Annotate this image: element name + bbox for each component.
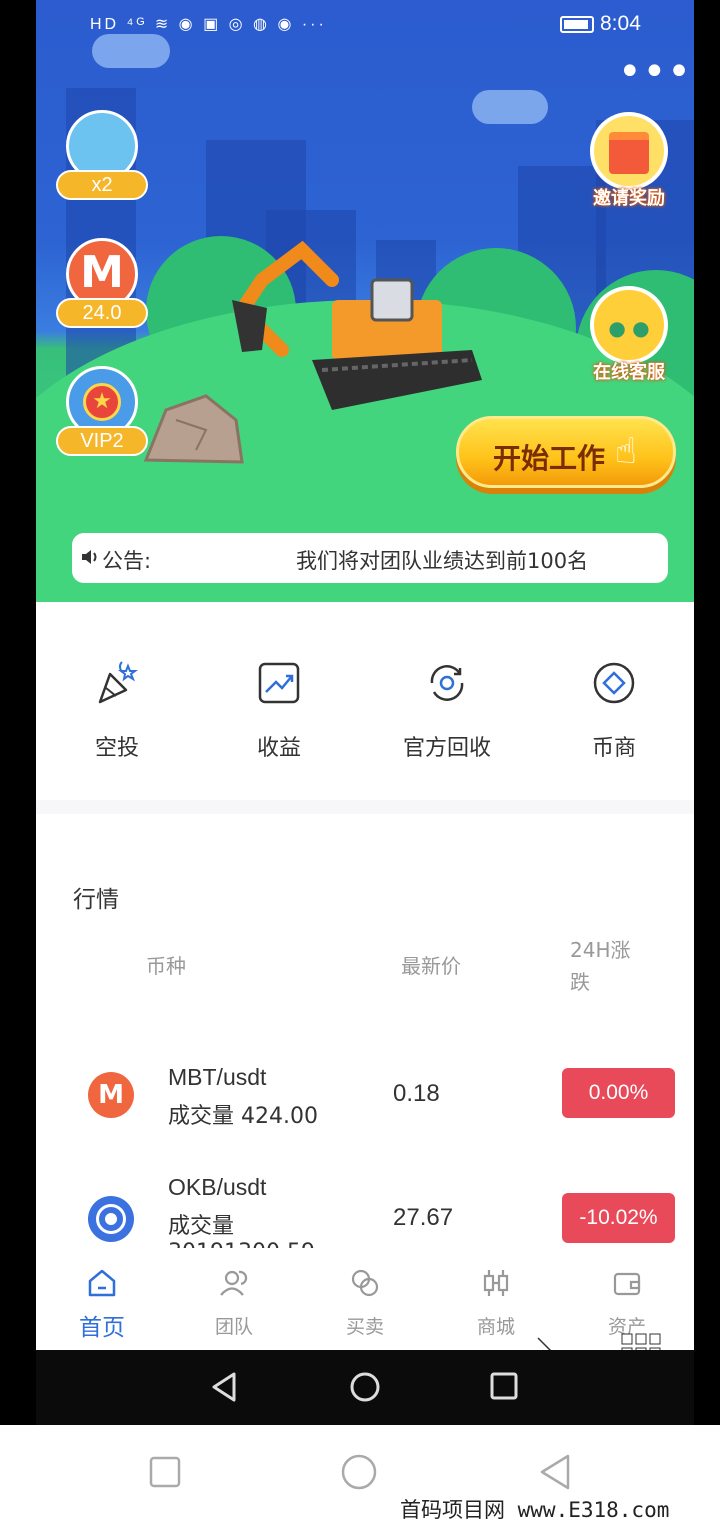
magic-wand-icon[interactable] [530, 1330, 578, 1350]
last-price: 27.67 [393, 1204, 454, 1231]
online-service-button[interactable]: ● ● 在线客服 [579, 286, 679, 384]
vip-level-label: VIP2 [56, 426, 148, 456]
vip-level-badge[interactable]: ★ VIP2 [56, 366, 148, 458]
excavator-multiplier-badge[interactable]: x2 [56, 110, 148, 202]
tab-home-label: 首页 [79, 1315, 125, 1341]
home-circle-icon[interactable] [348, 1370, 382, 1404]
pair-name: OKB/usdt [168, 1174, 267, 1200]
mbt-balance-badge[interactable]: M 24.0 [56, 238, 148, 330]
announcement-bar[interactable]: 公告: 我们将对团队业绩达到前100名 [72, 533, 668, 583]
change-badge: 0.00% [562, 1068, 675, 1118]
market-row[interactable]: OKB/usdt 成交量 30191300.59 27.67 -10.02% [36, 1168, 694, 1248]
grid-menu-icon[interactable] [620, 1332, 662, 1350]
android-nav-bar [36, 1350, 694, 1425]
tab-trade[interactable]: 买卖 [315, 1266, 415, 1339]
quick-coin-merchant[interactable]: 币商 [539, 658, 689, 762]
home-circle-icon[interactable] [340, 1453, 378, 1491]
hero-banner: HD ⁴ᴳ ≋ ◉ ▣ ◎ ◍ ◉ ··· 8:04 ••• x2 M 24.0… [36, 0, 694, 602]
section-divider [36, 800, 694, 814]
home-icon [88, 1269, 116, 1297]
diamond-icon [593, 662, 635, 704]
header-coin: 币种 [146, 954, 186, 978]
more-menu-button[interactable]: ••• [618, 52, 691, 92]
quick-airdrop[interactable]: 空投 [42, 658, 192, 762]
announcement-label: 公告: [102, 549, 152, 573]
invite-reward-label: 邀请奖励 [593, 188, 665, 209]
cloud [472, 90, 548, 124]
tab-assets[interactable]: 资产 [577, 1266, 677, 1339]
excavator-illustration [232, 240, 482, 410]
online-service-label: 在线客服 [593, 362, 665, 383]
bottom-tab-bar: 首页 团队 买卖 商城 资产 [36, 1248, 694, 1350]
multiplier-label: x2 [56, 170, 148, 200]
quick-earnings-label: 收益 [256, 736, 301, 761]
pointing-hand-icon: ☝ [615, 431, 637, 472]
phone-frame: HD ⁴ᴳ ≋ ◉ ▣ ◎ ◍ ◉ ··· 8:04 ••• x2 M 24.0… [0, 0, 720, 1425]
service-mascot-icon: ● ● [590, 286, 668, 364]
gift-icon [590, 112, 668, 190]
clock: 8:04 [600, 12, 641, 35]
app-screen: HD ⁴ᴳ ≋ ◉ ▣ ◎ ◍ ◉ ··· 8:04 ••• x2 M 24.0… [36, 0, 694, 1350]
quick-earnings[interactable]: 收益 [204, 658, 354, 762]
wallet-icon [613, 1272, 641, 1296]
mbt-coin-icon: M [88, 1072, 134, 1118]
quick-airdrop-label: 空投 [94, 736, 139, 761]
tab-shop[interactable]: 商城 [446, 1266, 546, 1339]
rock-illustration [143, 394, 244, 464]
quick-official-recycle[interactable]: 官方回收 [372, 658, 522, 762]
party-popper-icon [98, 661, 138, 704]
volume-value: 30191300.59 [168, 1240, 315, 1248]
mbt-balance-label: 24.0 [56, 298, 148, 328]
volume: 成交量 424.00 [168, 1104, 318, 1129]
announcement-text: 我们将对团队业绩达到前100名 [296, 549, 589, 573]
pair-name: MBT/usdt [168, 1064, 267, 1090]
okb-coin-icon [88, 1196, 134, 1242]
quick-official-recycle-label: 官方回收 [402, 736, 491, 761]
recents-square-icon[interactable] [148, 1455, 182, 1489]
exchange-icon [351, 1269, 379, 1297]
header-24h-change: 24H涨跌 [570, 938, 631, 994]
volume: 成交量 [168, 1214, 235, 1239]
shop-icon [483, 1270, 509, 1296]
tab-team-label: 团队 [214, 1316, 253, 1338]
invite-reward-button[interactable]: 邀请奖励 [579, 112, 679, 210]
tab-trade-label: 买卖 [345, 1316, 384, 1338]
speaker-icon [82, 550, 97, 564]
back-triangle-icon[interactable] [208, 1370, 240, 1404]
back-triangle-icon[interactable] [538, 1453, 572, 1491]
start-work-label: 开始工作 [493, 442, 606, 475]
market-title: 行情 [73, 887, 119, 913]
quick-coin-merchant-label: 币商 [591, 736, 636, 761]
team-icon [220, 1270, 248, 1296]
last-price: 0.18 [393, 1080, 440, 1107]
recents-square-icon[interactable] [488, 1370, 520, 1402]
tab-home[interactable]: 首页 [52, 1266, 152, 1342]
header-price: 最新价 [401, 954, 461, 978]
start-work-button[interactable]: 开始工作 ☝ [456, 416, 676, 488]
recycle-icon [430, 665, 464, 701]
quick-menu: 空投 收益 官方回收 币商 [36, 602, 694, 802]
status-icons: HD ⁴ᴳ ≋ ◉ ▣ ◎ ◍ ◉ ··· [90, 16, 327, 33]
trend-chart-icon [258, 662, 300, 704]
market-row[interactable]: M MBT/usdt 成交量 424.00 0.18 0.00% [36, 1058, 694, 1158]
change-badge: -10.02% [562, 1193, 675, 1243]
battery-icon [560, 16, 594, 33]
status-bar: HD ⁴ᴳ ≋ ◉ ▣ ◎ ◍ ◉ ··· 8:04 [36, 0, 694, 50]
watermark-text: 首码项目网 www.E318.com [400, 1498, 670, 1520]
tab-team[interactable]: 团队 [184, 1266, 284, 1339]
